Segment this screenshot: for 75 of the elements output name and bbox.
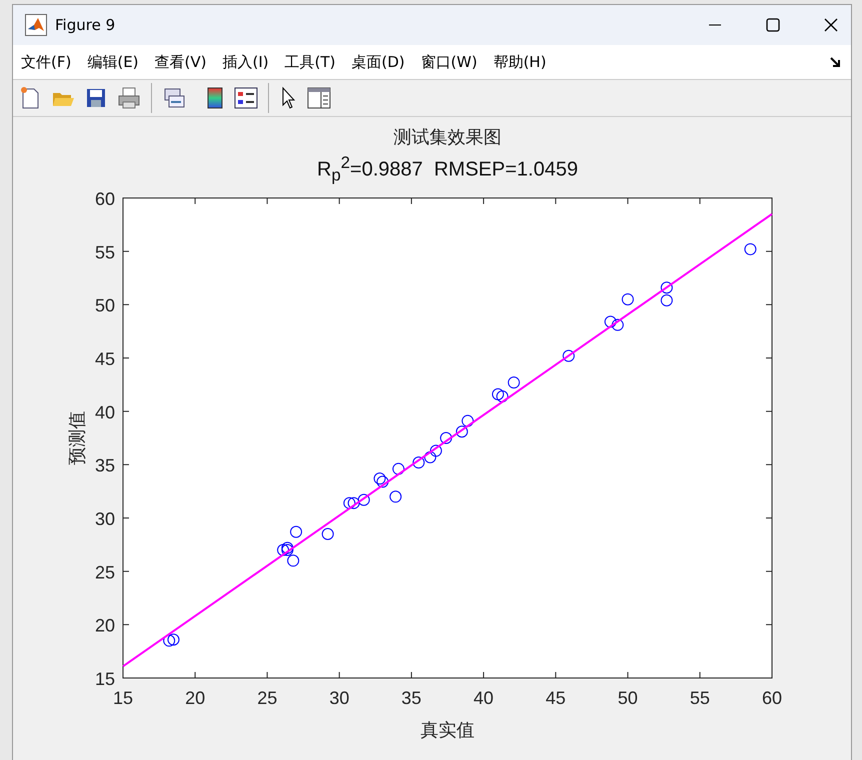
x-tick-label: 30 (329, 688, 350, 708)
data-point (744, 243, 756, 256)
data-point (612, 318, 624, 331)
y-axis-label: 预测值 (67, 411, 88, 465)
matlab-logo-icon (25, 14, 47, 36)
close-icon[interactable] (823, 17, 839, 33)
data-point (508, 376, 520, 389)
new-file-icon[interactable] (19, 86, 41, 110)
colorbar-icon[interactable] (206, 86, 224, 110)
property-editor-icon[interactable] (307, 87, 331, 109)
data-point (390, 490, 402, 503)
data-point (322, 528, 334, 540)
data-point (604, 316, 616, 328)
y-tick-label: 55 (94, 242, 115, 262)
y-tick-label: 30 (94, 509, 115, 529)
data-point (376, 476, 389, 488)
data-point (392, 462, 404, 475)
menu-item[interactable]: 桌面(D) (352, 52, 405, 72)
data-point (290, 526, 302, 538)
data-point (424, 451, 436, 464)
printer-icon[interactable] (117, 86, 141, 110)
x-tick-label: 55 (690, 688, 710, 708)
menu-item[interactable]: 插入(I) (222, 52, 269, 72)
x-tick-label: 15 (112, 688, 134, 708)
menu-item[interactable]: 窗口(W) (420, 52, 478, 72)
chart-subtitle: R$_{p}$$^{2}$=0.9887 RMSEP=1.0459 (316, 153, 579, 186)
data-point (412, 456, 425, 469)
x-tick-label: 50 (618, 688, 638, 708)
data-point (163, 634, 176, 647)
y-tick-label: 25 (94, 562, 115, 582)
x-axis-label: 真实值 (420, 720, 474, 741)
chart-title: 测试集效果图 (392, 126, 502, 149)
menu-item[interactable]: 帮助(H) (493, 52, 546, 72)
data-point (462, 414, 474, 427)
x-tick-label: 40 (474, 688, 494, 708)
x-tick-label: 45 (546, 688, 566, 708)
data-point (660, 282, 673, 294)
y-tick-label: 15 (94, 669, 115, 689)
y-tick-label: 40 (94, 402, 115, 422)
data-point (277, 544, 290, 556)
x-tick-label: 60 (762, 688, 782, 708)
data-point (281, 542, 294, 554)
data-point (660, 294, 673, 306)
y-tick-label: 50 (94, 296, 115, 316)
data-point (622, 293, 634, 306)
menu-item[interactable]: 工具(T) (284, 52, 336, 72)
x-tick-label: 20 (185, 688, 206, 708)
data-point (343, 497, 356, 510)
window-title: Figure 9 (55, 16, 116, 34)
data-point (348, 497, 360, 510)
linked-plot-icon[interactable] (162, 86, 186, 110)
data-point (167, 634, 180, 646)
dock-arrow-icon[interactable] (829, 56, 841, 68)
data-point (562, 350, 575, 362)
y-tick-label: 60 (94, 189, 115, 209)
data-point (281, 544, 294, 556)
data-point (440, 432, 452, 444)
data-point (456, 426, 468, 438)
menu-item[interactable]: 编辑(E) (87, 52, 139, 72)
y-tick-label: 45 (94, 349, 115, 369)
data-point (492, 388, 504, 400)
data-point (430, 444, 442, 457)
save-icon[interactable] (85, 87, 107, 109)
data-point (287, 554, 300, 567)
legend-icon[interactable] (234, 87, 258, 109)
menu-item[interactable]: 文件(F) (21, 52, 72, 72)
x-tick-label: 35 (401, 688, 422, 708)
data-point (496, 390, 508, 402)
menu-item[interactable]: 查看(V) (154, 52, 206, 72)
y-tick-label: 20 (94, 616, 115, 636)
x-tick-label: 25 (257, 688, 278, 708)
y-tick-label: 35 (94, 456, 115, 476)
maximize-icon[interactable] (765, 17, 781, 33)
data-point (374, 472, 386, 485)
data-point (358, 494, 370, 506)
